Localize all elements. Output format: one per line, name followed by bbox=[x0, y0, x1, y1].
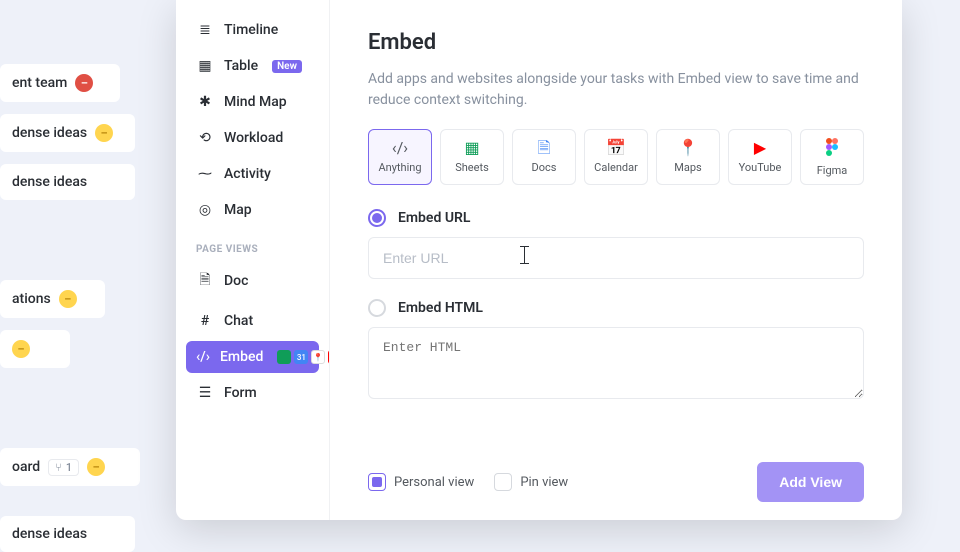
activity-icon: ⁓ bbox=[196, 166, 214, 182]
sidebar-item-label: Timeline bbox=[224, 22, 278, 38]
sidebar-item-form[interactable]: ☰ Form bbox=[186, 377, 319, 409]
provider-youtube[interactable]: ▶ YouTube bbox=[728, 129, 792, 185]
sidebar-item-label: Workload bbox=[224, 130, 283, 146]
provider-calendar[interactable]: 📅 Calendar bbox=[584, 129, 648, 185]
embed-title: Embed bbox=[368, 30, 864, 55]
sidebar-item-label: Activity bbox=[224, 166, 271, 182]
provider-label: Docs bbox=[532, 161, 557, 174]
calendar-icon: 📅 bbox=[606, 140, 626, 156]
sidebar-item-map[interactable]: ◎ Map bbox=[186, 194, 319, 226]
workload-icon: ⟲ bbox=[196, 130, 214, 146]
sidebar-item-chat[interactable]: # Chat bbox=[186, 305, 319, 337]
sidebar-item-doc[interactable]: 🗎 Doc bbox=[186, 261, 319, 301]
minus-badge-icon: – bbox=[87, 458, 105, 476]
radio-embed-url[interactable] bbox=[368, 209, 386, 227]
sidebar-item-label: Form bbox=[224, 385, 257, 401]
embed-icon: ‹/› bbox=[196, 349, 210, 365]
add-view-button[interactable]: Add View bbox=[757, 462, 864, 502]
sidebar-item-label: Table bbox=[224, 58, 258, 74]
sidebar-item-workload[interactable]: ⟲ Workload bbox=[186, 122, 319, 154]
board-row[interactable]: ent team – bbox=[0, 64, 120, 102]
subtask-count-badge: ⑂ 1 bbox=[48, 459, 79, 476]
sheets-mini-icon bbox=[277, 350, 291, 364]
maps-icon: 📍 bbox=[678, 140, 698, 156]
board-row[interactable]: ations – bbox=[0, 280, 105, 318]
form-icon: ☰ bbox=[196, 385, 214, 401]
minus-badge-icon: – bbox=[59, 290, 77, 308]
board-row[interactable]: oard ⑂ 1 – bbox=[0, 448, 140, 486]
code-icon: ‹/› bbox=[392, 140, 408, 156]
docs-icon: 🗎 bbox=[538, 140, 551, 156]
doc-icon: 🗎 bbox=[196, 269, 214, 293]
embed-url-label: Embed URL bbox=[398, 210, 470, 226]
sidebar-item-label: Embed bbox=[220, 349, 263, 365]
personal-view-label: Personal view bbox=[394, 475, 474, 490]
calendar-mini-icon: 31 bbox=[294, 350, 308, 364]
sidebar-item-activity[interactable]: ⁓ Activity bbox=[186, 158, 319, 190]
board-row-label: dense ideas bbox=[12, 174, 87, 190]
hash-icon: # bbox=[196, 313, 214, 329]
board-row[interactable]: – bbox=[0, 330, 70, 368]
provider-label: YouTube bbox=[739, 161, 782, 174]
provider-sheets[interactable]: ▦ Sheets bbox=[440, 129, 504, 185]
youtube-icon: ▶ bbox=[754, 140, 766, 156]
embed-html-input[interactable] bbox=[368, 327, 864, 399]
sidebar-item-label: Map bbox=[224, 202, 252, 218]
embed-description: Add apps and websites alongside your tas… bbox=[368, 69, 864, 111]
map-pin-icon: ◎ bbox=[196, 202, 214, 218]
view-picker-modal: ≣ Timeline ▦ Table New ✱ Mind Map ⟲ Work… bbox=[176, 0, 902, 520]
board-row-label: oard bbox=[12, 459, 40, 475]
provider-docs[interactable]: 🗎 Docs bbox=[512, 129, 576, 185]
board-row-label: dense ideas bbox=[12, 125, 87, 141]
pin-view-label: Pin view bbox=[520, 475, 568, 490]
provider-row: ‹/› Anything ▦ Sheets 🗎 Docs 📅 Calendar … bbox=[368, 129, 864, 185]
minus-badge-icon: – bbox=[95, 124, 113, 142]
mindmap-icon: ✱ bbox=[196, 94, 214, 110]
embed-html-label: Embed HTML bbox=[398, 300, 483, 316]
board-row[interactable]: dense ideas bbox=[0, 516, 135, 552]
sheets-icon: ▦ bbox=[464, 140, 479, 156]
provider-label: Sheets bbox=[455, 161, 489, 174]
provider-label: Anything bbox=[378, 161, 421, 174]
provider-label: Calendar bbox=[594, 161, 638, 174]
minus-badge-icon: – bbox=[75, 74, 93, 92]
view-type-sidebar: ≣ Timeline ▦ Table New ✱ Mind Map ⟲ Work… bbox=[176, 0, 330, 520]
sidebar-item-timeline[interactable]: ≣ Timeline bbox=[186, 14, 319, 46]
embed-html-option[interactable]: Embed HTML bbox=[368, 299, 864, 317]
sidebar-item-label: Doc bbox=[224, 273, 248, 289]
sidebar-item-embed[interactable]: ‹/› Embed 31 📍 ▶ bbox=[186, 341, 319, 373]
sidebar-item-label: Chat bbox=[224, 313, 253, 329]
provider-label: Maps bbox=[674, 161, 701, 174]
checkbox-pin-view[interactable] bbox=[494, 473, 512, 491]
minus-badge-icon: – bbox=[12, 340, 30, 358]
provider-anything[interactable]: ‹/› Anything bbox=[368, 129, 432, 185]
sidebar-item-table[interactable]: ▦ Table New bbox=[186, 50, 319, 82]
provider-figma[interactable]: Figma bbox=[800, 129, 864, 185]
pin-view-option[interactable]: Pin view bbox=[494, 473, 568, 491]
embed-url-input[interactable] bbox=[368, 237, 864, 279]
embed-url-option[interactable]: Embed URL bbox=[368, 209, 864, 227]
table-icon: ▦ bbox=[196, 58, 214, 74]
radio-embed-html[interactable] bbox=[368, 299, 386, 317]
new-badge: New bbox=[272, 60, 302, 73]
embed-footer: Personal view Pin view Add View bbox=[368, 462, 864, 502]
sidebar-item-mindmap[interactable]: ✱ Mind Map bbox=[186, 86, 319, 118]
embed-provider-mini-icons: 31 📍 ▶ bbox=[277, 350, 330, 364]
personal-view-option[interactable]: Personal view bbox=[368, 473, 474, 491]
board-row-label: ent team bbox=[12, 75, 67, 91]
sidebar-item-label: Mind Map bbox=[224, 94, 287, 110]
figma-icon bbox=[826, 138, 838, 159]
checkbox-personal-view[interactable] bbox=[368, 473, 386, 491]
provider-label: Figma bbox=[817, 164, 848, 177]
board-row-label: ations bbox=[12, 291, 51, 307]
provider-maps[interactable]: 📍 Maps bbox=[656, 129, 720, 185]
timeline-icon: ≣ bbox=[196, 22, 214, 38]
sidebar-section-header: PAGE VIEWS bbox=[186, 230, 319, 261]
board-row[interactable]: dense ideas bbox=[0, 164, 135, 200]
board-row[interactable]: dense ideas – bbox=[0, 114, 135, 152]
maps-mini-icon: 📍 bbox=[311, 350, 325, 364]
embed-config-pane: Embed Add apps and websites alongside yo… bbox=[330, 0, 902, 520]
